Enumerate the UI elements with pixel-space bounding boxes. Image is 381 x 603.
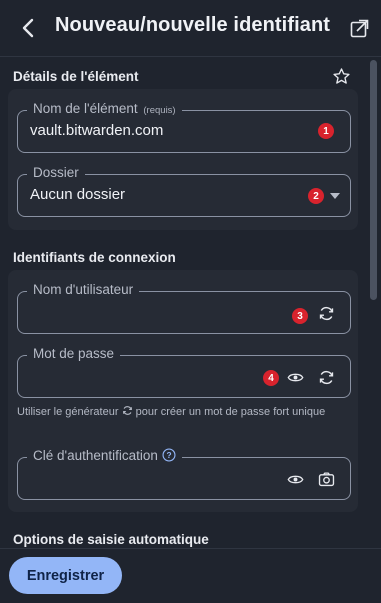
error-badge-2: 2	[308, 188, 324, 204]
item-name-label-text: Nom de l'élément	[33, 101, 138, 116]
item-name-label: Nom de l'élément (requis)	[27, 101, 182, 116]
folder-select[interactable]: Dossier Aucun dossier 2	[17, 165, 351, 217]
authenticator-key-label-text: Clé d'authentification	[33, 448, 158, 463]
eye-icon	[287, 475, 303, 483]
item-name-value: vault.bitwarden.com	[30, 122, 164, 139]
refresh-icon	[319, 306, 333, 320]
generate-username-button[interactable]	[316, 303, 336, 323]
password-field[interactable]: Mot de passe 4	[17, 346, 351, 398]
username-field[interactable]: Nom d'utilisateur 3	[17, 282, 351, 334]
folder-value: Aucun dossier	[30, 186, 126, 203]
popout-button[interactable]	[350, 19, 369, 38]
password-generator-hint: Utiliser le générateur pour créer un mot…	[17, 404, 357, 420]
generate-password-button[interactable]	[316, 367, 336, 387]
toggle-totp-visibility-button[interactable]	[285, 469, 305, 489]
star-icon	[333, 68, 350, 84]
footer: Enregistrer	[0, 548, 381, 603]
login-heading: Identifiants de connexion	[13, 250, 176, 265]
page-title: Nouveau/nouvelle identifiant	[55, 14, 331, 36]
scrollbar-thumb[interactable]	[370, 60, 377, 300]
hint-text-after: pour créer un mot de passe fort unique	[135, 406, 326, 418]
scan-qr-button[interactable]	[316, 469, 336, 489]
authenticator-key-label: Clé d'authentification ?	[27, 448, 182, 463]
authenticator-key-field[interactable]: Clé d'authentification ?	[17, 448, 351, 500]
favorite-button[interactable]	[331, 66, 352, 87]
autofill-heading: Options de saisie automatique	[13, 532, 209, 547]
back-button[interactable]	[17, 16, 39, 40]
error-badge-3: 3	[292, 308, 308, 324]
item-name-field[interactable]: Nom de l'élément (requis) vault.bitwarde…	[17, 101, 351, 153]
help-icon[interactable]: ?	[162, 448, 176, 462]
generator-refresh-icon	[122, 406, 132, 415]
folder-label: Dossier	[27, 165, 85, 180]
header: Nouveau/nouvelle identifiant	[0, 0, 381, 57]
camera-icon	[318, 471, 334, 486]
username-label: Nom d'utilisateur	[27, 282, 140, 297]
toggle-password-visibility-button[interactable]	[285, 367, 305, 387]
refresh-icon	[319, 370, 333, 384]
required-tag: (requis)	[143, 105, 176, 116]
item-details-heading: Détails de l'élément	[13, 69, 139, 84]
error-badge-1: 1	[318, 123, 334, 139]
eye-icon	[287, 373, 303, 381]
password-label: Mot de passe	[27, 346, 121, 361]
hint-text-before: Utiliser le générateur	[17, 406, 119, 418]
svg-text:?: ?	[166, 450, 171, 460]
chevron-down-icon	[330, 193, 340, 199]
chevron-left-icon	[22, 18, 34, 38]
save-button[interactable]: Enregistrer	[9, 557, 122, 594]
popout-icon	[350, 19, 369, 38]
form-scroll-area[interactable]: Détails de l'élément Nom de l'élément (r…	[0, 57, 381, 547]
error-badge-4: 4	[263, 370, 279, 386]
